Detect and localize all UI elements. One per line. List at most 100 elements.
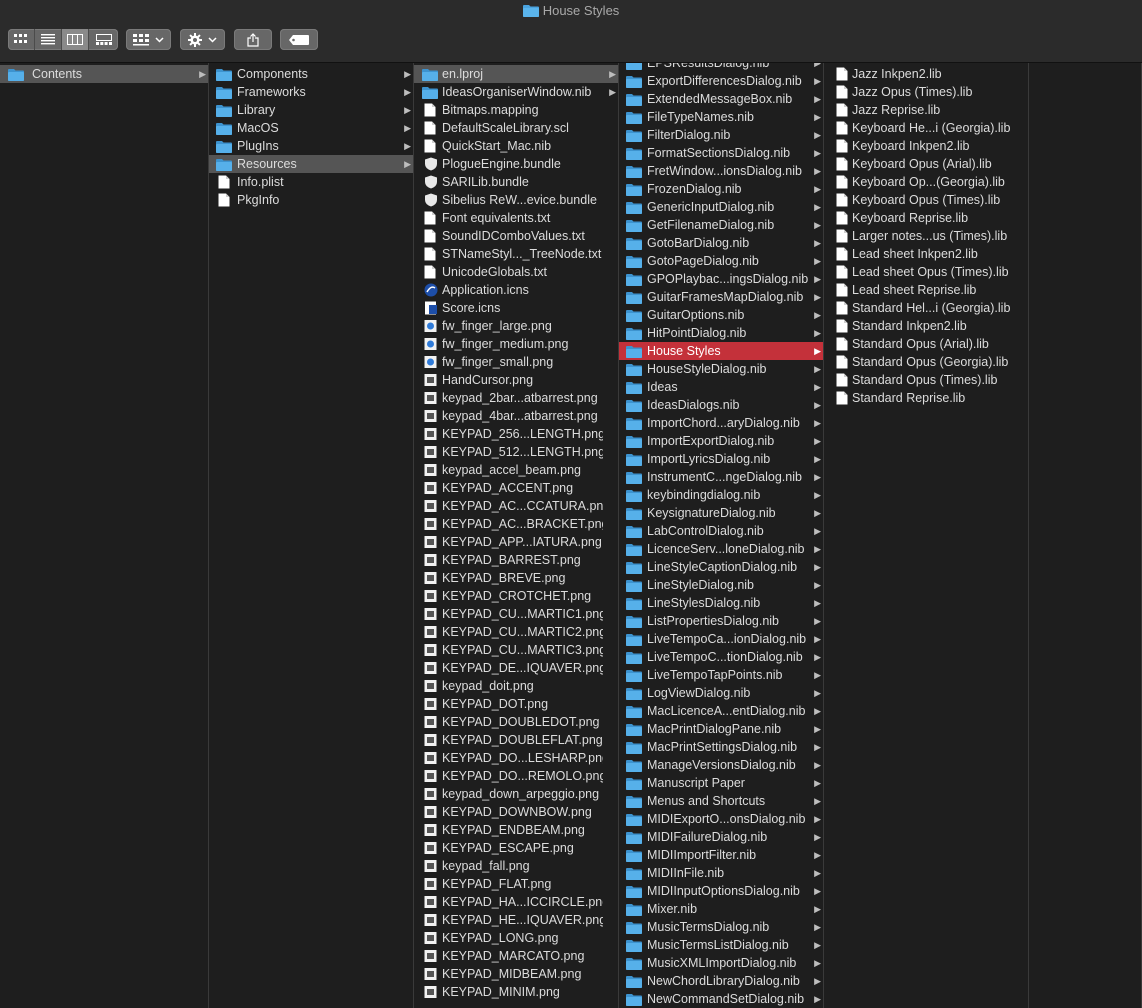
- browser-column-1[interactable]: Contents ▶: [0, 63, 209, 1008]
- folder-row[interactable]: Ideas ▶: [619, 378, 823, 396]
- folder-row[interactable]: LabControlDialog.nib ▶: [619, 522, 823, 540]
- icon-view-button[interactable]: [8, 29, 35, 50]
- file-row[interactable]: KEYPAD_DOWNBOW.png: [414, 803, 618, 821]
- folder-row[interactable]: ExtendedMessageBox.nib ▶: [619, 90, 823, 108]
- folder-row[interactable]: EPSResultsDialog.nib ▶: [619, 63, 823, 72]
- file-row[interactable]: KEYPAD_DOUBLEDOT.png: [414, 713, 618, 731]
- file-row[interactable]: KEYPAD_BARREST.png: [414, 551, 618, 569]
- file-row[interactable]: KEYPAD_256...LENGTH.png: [414, 425, 618, 443]
- folder-row[interactable]: MacPrintDialogPane.nib ▶: [619, 720, 823, 738]
- file-row[interactable]: KEYPAD_AC...CCATURA.png: [414, 497, 618, 515]
- folder-row[interactable]: LicenceServ...loneDialog.nib ▶: [619, 540, 823, 558]
- file-row[interactable]: Jazz Opus (Times).lib: [824, 83, 1028, 101]
- file-row[interactable]: KEYPAD_APP...IATURA.png: [414, 533, 618, 551]
- file-row[interactable]: Font equivalents.txt: [414, 209, 618, 227]
- folder-row[interactable]: Manuscript Paper ▶: [619, 774, 823, 792]
- file-row[interactable]: KEYPAD_DE...IQUAVER.png: [414, 659, 618, 677]
- folder-row[interactable]: Library ▶: [209, 101, 413, 119]
- browser-column-2[interactable]: Components ▶ Frameworks ▶ Library ▶ MacOS ▶ Plug…: [209, 63, 414, 1008]
- file-row[interactable]: keypad_down_arpeggio.png: [414, 785, 618, 803]
- folder-row[interactable]: Components ▶: [209, 65, 413, 83]
- file-row[interactable]: Keyboard Opus (Times).lib: [824, 191, 1028, 209]
- folder-row[interactable]: MacPrintSettingsDialog.nib ▶: [619, 738, 823, 756]
- file-row[interactable]: Keyboard Op...(Georgia).lib: [824, 173, 1028, 191]
- file-row[interactable]: Sibelius ReW...evice.bundle: [414, 191, 618, 209]
- file-row[interactable]: Lead sheet Opus (Times).lib: [824, 263, 1028, 281]
- browser-column-3[interactable]: en.lproj ▶ IdeasOrganiserWindow.nib ▶ Bitmap…: [414, 63, 619, 1008]
- file-row[interactable]: STNameStyl..._TreeNode.txt: [414, 245, 618, 263]
- share-button[interactable]: [234, 29, 272, 50]
- file-row[interactable]: Bitmaps.mapping: [414, 101, 618, 119]
- folder-row[interactable]: keybindingdialog.nib ▶: [619, 486, 823, 504]
- browser-column-5[interactable]: Jazz Inkpen2.lib Jazz Opus (Times).lib Jaz…: [824, 63, 1029, 1008]
- file-row[interactable]: KEYPAD_512...LENGTH.png: [414, 443, 618, 461]
- file-row[interactable]: Application.icns: [414, 281, 618, 299]
- folder-row[interactable]: LineStyleCaptionDialog.nib ▶: [619, 558, 823, 576]
- folder-row[interactable]: ImportLyricsDialog.nib ▶: [619, 450, 823, 468]
- file-row[interactable]: HandCursor.png: [414, 371, 618, 389]
- action-button[interactable]: [180, 29, 225, 50]
- file-row[interactable]: KEYPAD_DO...LESHARP.png: [414, 749, 618, 767]
- folder-row[interactable]: PlugIns ▶: [209, 137, 413, 155]
- folder-row[interactable]: IdeasDialogs.nib ▶: [619, 396, 823, 414]
- folder-row[interactable]: NewCommandSetDialog.nib ▶: [619, 990, 823, 1008]
- folder-row[interactable]: MacLicenceA...entDialog.nib ▶: [619, 702, 823, 720]
- file-row[interactable]: UnicodeGlobals.txt: [414, 263, 618, 281]
- file-row[interactable]: Jazz Inkpen2.lib: [824, 65, 1028, 83]
- file-row[interactable]: DefaultScaleLibrary.scl: [414, 119, 618, 137]
- folder-row[interactable]: FormatSectionsDialog.nib ▶: [619, 144, 823, 162]
- file-row[interactable]: KEYPAD_HA...ICCIRCLE.png: [414, 893, 618, 911]
- file-row[interactable]: KEYPAD_ENDBEAM.png: [414, 821, 618, 839]
- file-row[interactable]: KEYPAD_LONG.png: [414, 929, 618, 947]
- folder-row[interactable]: MusicXMLImportDialog.nib ▶: [619, 954, 823, 972]
- folder-row[interactable]: Menus and Shortcuts ▶: [619, 792, 823, 810]
- file-row[interactable]: Keyboard Inkpen2.lib: [824, 137, 1028, 155]
- file-row[interactable]: Lead sheet Inkpen2.lib: [824, 245, 1028, 263]
- folder-row[interactable]: ListPropertiesDialog.nib ▶: [619, 612, 823, 630]
- folder-row[interactable]: GotoBarDialog.nib ▶: [619, 234, 823, 252]
- folder-row[interactable]: GenericInputDialog.nib ▶: [619, 198, 823, 216]
- group-by-button[interactable]: [126, 29, 171, 50]
- file-row[interactable]: KEYPAD_MIDBEAM.png: [414, 965, 618, 983]
- file-row[interactable]: keypad_accel_beam.png: [414, 461, 618, 479]
- file-row[interactable]: PkgInfo: [209, 191, 413, 209]
- folder-row[interactable]: LogViewDialog.nib ▶: [619, 684, 823, 702]
- file-row[interactable]: Standard Inkpen2.lib: [824, 317, 1028, 335]
- file-row[interactable]: keypad_2bar...atbarrest.png: [414, 389, 618, 407]
- file-row[interactable]: KEYPAD_DO...REMOLO.png: [414, 767, 618, 785]
- folder-row[interactable]: en.lproj ▶: [414, 65, 618, 83]
- file-row[interactable]: Larger notes...us (Times).lib: [824, 227, 1028, 245]
- folder-row[interactable]: LineStyleDialog.nib ▶: [619, 576, 823, 594]
- tags-button[interactable]: [280, 29, 318, 50]
- file-row[interactable]: keypad_fall.png: [414, 857, 618, 875]
- folder-row[interactable]: FilterDialog.nib ▶: [619, 126, 823, 144]
- folder-row[interactable]: GuitarOptions.nib ▶: [619, 306, 823, 324]
- browser-column-4[interactable]: EPSResultsDialog.nib ▶ ExportDifferencesDi…: [619, 63, 824, 1008]
- folder-row[interactable]: LineStylesDialog.nib ▶: [619, 594, 823, 612]
- folder-row[interactable]: House Styles ▶: [619, 342, 823, 360]
- file-row[interactable]: Standard Hel...i (Georgia).lib: [824, 299, 1028, 317]
- column-browser[interactable]: Contents ▶ Components ▶ Frameworks ▶ Library ▶ M…: [0, 63, 1142, 1008]
- file-row[interactable]: SoundIDComboValues.txt: [414, 227, 618, 245]
- folder-row[interactable]: MusicTermsDialog.nib ▶: [619, 918, 823, 936]
- file-row[interactable]: QuickStart_Mac.nib: [414, 137, 618, 155]
- file-row[interactable]: keypad_4bar...atbarrest.png: [414, 407, 618, 425]
- file-row[interactable]: KEYPAD_CU...MARTIC2.png: [414, 623, 618, 641]
- file-row[interactable]: PlogueEngine.bundle: [414, 155, 618, 173]
- folder-row[interactable]: FretWindow...ionsDialog.nib ▶: [619, 162, 823, 180]
- file-row[interactable]: Lead sheet Reprise.lib: [824, 281, 1028, 299]
- folder-row[interactable]: Frameworks ▶: [209, 83, 413, 101]
- folder-row[interactable]: MacOS ▶: [209, 119, 413, 137]
- folder-row[interactable]: Mixer.nib ▶: [619, 900, 823, 918]
- folder-row[interactable]: MIDIInputOptionsDialog.nib ▶: [619, 882, 823, 900]
- file-row[interactable]: KEYPAD_HE...IQUAVER.png: [414, 911, 618, 929]
- file-row[interactable]: fw_finger_medium.png: [414, 335, 618, 353]
- folder-row[interactable]: MIDIExportO...onsDialog.nib ▶: [619, 810, 823, 828]
- file-row[interactable]: Keyboard He...i (Georgia).lib: [824, 119, 1028, 137]
- folder-row[interactable]: LiveTempoC...tionDialog.nib ▶: [619, 648, 823, 666]
- file-row[interactable]: KEYPAD_ACCENT.png: [414, 479, 618, 497]
- file-row[interactable]: KEYPAD_MARCATO.png: [414, 947, 618, 965]
- folder-row[interactable]: LiveTempoCa...ionDialog.nib ▶: [619, 630, 823, 648]
- folder-row[interactable]: MIDIImportFilter.nib ▶: [619, 846, 823, 864]
- folder-row[interactable]: LiveTempoTapPoints.nib ▶: [619, 666, 823, 684]
